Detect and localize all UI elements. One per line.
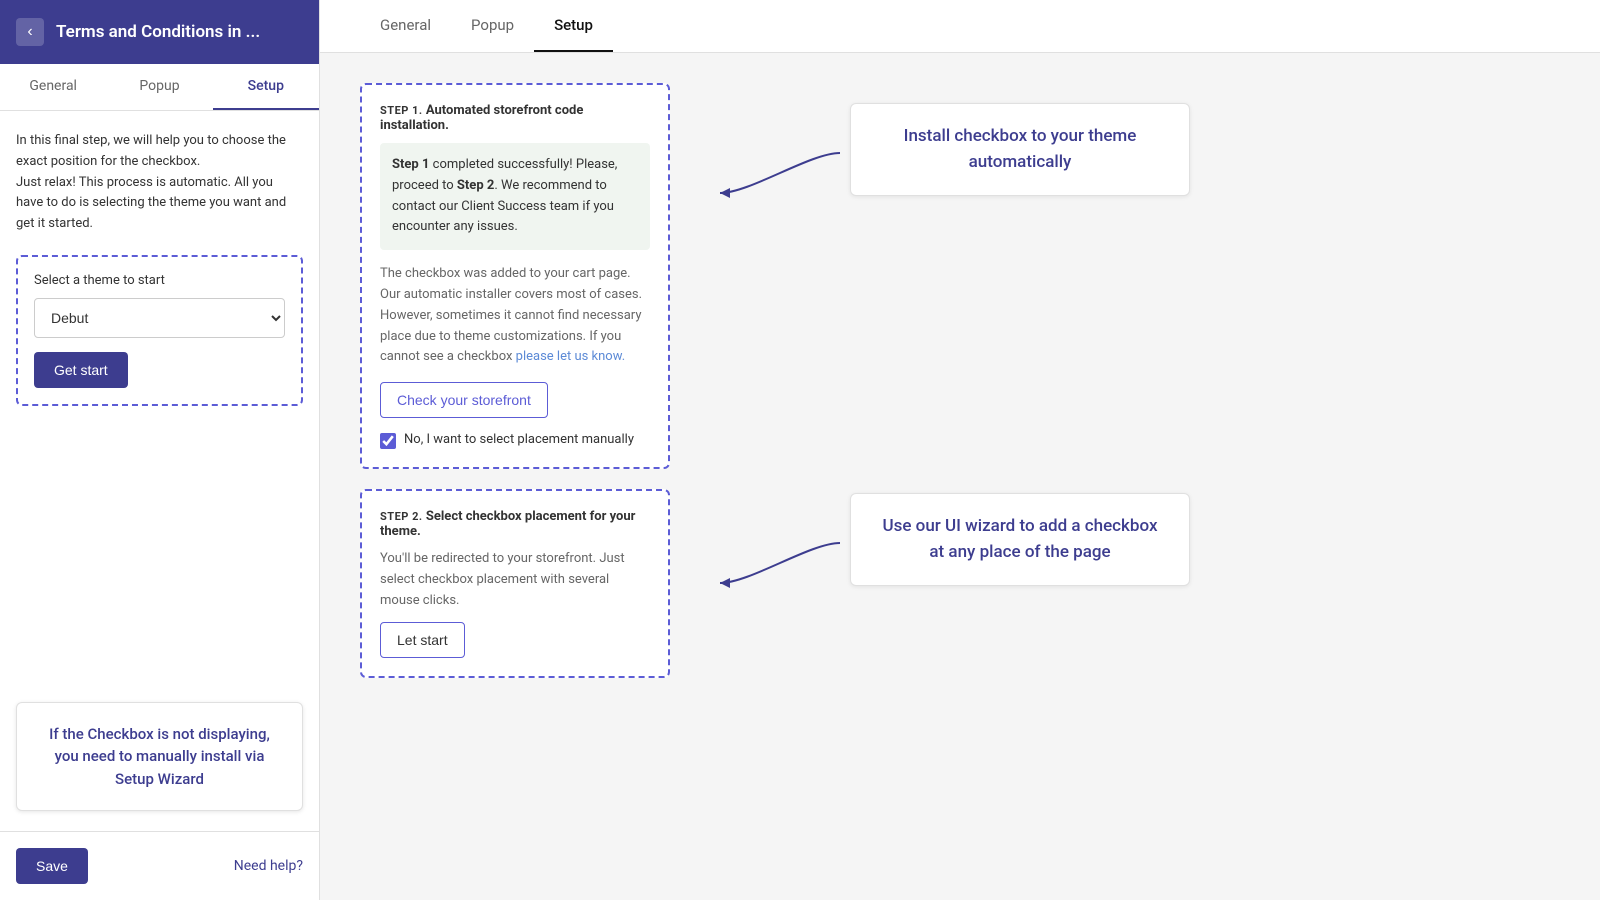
callout1-text: Install checkbox to your theme automatic… [875, 124, 1165, 175]
step1-num: STEP 1. [380, 104, 423, 117]
step1-box: STEP 1. Automated storefront code instal… [360, 83, 670, 469]
callouts-column: Install checkbox to your theme automatic… [710, 83, 1560, 603]
sidebar-footer: Save Need help? [0, 831, 319, 900]
sidebar-title: Terms and Conditions in ... [56, 22, 260, 42]
get-start-button[interactable]: Get start [34, 352, 128, 388]
sidebar-callout-text: If the Checkbox is not displaying, you n… [37, 723, 282, 791]
step2-box: STEP 2. Select checkbox placement for yo… [360, 489, 670, 677]
let-start-button[interactable]: Let start [380, 622, 465, 658]
step2-heading: STEP 2. Select checkbox placement for yo… [380, 509, 650, 539]
main-body: STEP 1. Automated storefront code instal… [320, 53, 1600, 708]
manual-placement-checkbox[interactable] [380, 433, 396, 449]
theme-select-label: Select a theme to start [34, 273, 285, 288]
sidebar-callout-box: If the Checkbox is not displaying, you n… [16, 702, 303, 812]
manual-placement-row: No, I want to select placement manually [380, 432, 650, 449]
callout1-arrow [710, 133, 850, 213]
sidebar-content: In this final step, we will help you to … [0, 111, 319, 702]
sidebar-tab-general[interactable]: General [0, 64, 106, 110]
callout2-wrapper: Use our UI wizard to add a checkbox at a… [710, 493, 1560, 603]
step1-success-strong: Step 1 [392, 157, 429, 172]
please-let-us-know-link[interactable]: please let us know. [516, 349, 625, 364]
callout2-arrow [710, 523, 850, 603]
callout1-wrapper: Install checkbox to your theme automatic… [710, 103, 1560, 213]
callout1-box: Install checkbox to your theme automatic… [850, 103, 1190, 196]
steps-column: STEP 1. Automated storefront code instal… [360, 83, 670, 678]
main-tab-general[interactable]: General [360, 0, 451, 52]
step1-body-text: The checkbox was added to your cart page… [380, 264, 650, 368]
sidebar-header: ‹ Terms and Conditions in ... [0, 0, 319, 64]
callout2-box: Use our UI wizard to add a checkbox at a… [850, 493, 1190, 586]
callout2-text: Use our UI wizard to add a checkbox at a… [875, 514, 1165, 565]
theme-select-box: Select a theme to start Debut Get start [16, 255, 303, 406]
theme-select-dropdown[interactable]: Debut [34, 298, 285, 338]
step2-num: STEP 2. [380, 510, 423, 523]
main-content: General Popup Setup STEP 1. Automated st… [320, 0, 1600, 900]
main-tab-popup[interactable]: Popup [451, 0, 534, 52]
main-tabs: General Popup Setup [320, 0, 1600, 53]
back-button[interactable]: ‹ [16, 18, 44, 46]
sidebar-tab-setup[interactable]: Setup [213, 64, 319, 110]
sidebar-tabs: General Popup Setup [0, 64, 319, 111]
step1-heading: STEP 1. Automated storefront code instal… [380, 103, 650, 133]
sidebar-description: In this final step, we will help you to … [16, 131, 303, 235]
back-icon: ‹ [27, 23, 32, 41]
main-tab-setup[interactable]: Setup [534, 0, 613, 52]
manual-placement-label: No, I want to select placement manually [404, 432, 634, 447]
sidebar-tab-popup[interactable]: Popup [106, 64, 212, 110]
step1-success-box: Step 1 completed successfully! Please, p… [380, 143, 650, 250]
step1-step2-ref: Step 2 [457, 178, 494, 193]
save-button[interactable]: Save [16, 848, 88, 884]
step2-body-text: You'll be redirected to your storefront.… [380, 549, 650, 611]
sidebar: ‹ Terms and Conditions in ... General Po… [0, 0, 320, 900]
check-storefront-button[interactable]: Check your storefront [380, 382, 548, 418]
need-help-link[interactable]: Need help? [234, 858, 303, 874]
